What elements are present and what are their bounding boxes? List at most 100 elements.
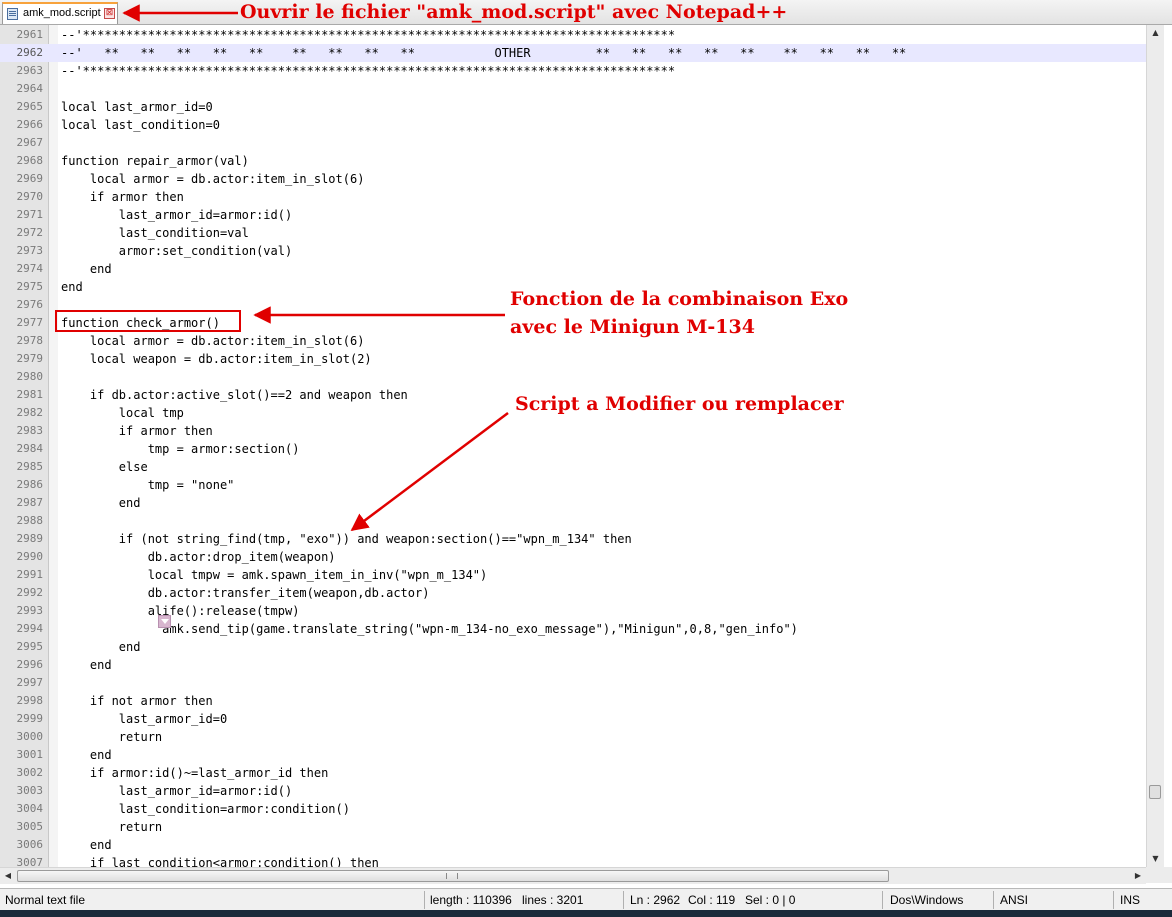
code-text[interactable]: end <box>61 278 83 296</box>
vertical-scroll-thumb[interactable] <box>1149 785 1161 799</box>
tab-amk-mod-script[interactable]: amk_mod.script ⊠ <box>2 2 118 24</box>
code-text[interactable]: db.actor:transfer_item(weapon,db.actor) <box>61 584 430 602</box>
fold-marker-icon[interactable] <box>158 615 171 628</box>
scroll-left-icon[interactable]: ◀ <box>0 868 16 884</box>
code-line[interactable]: 2968 function repair_armor(val) <box>0 152 1146 170</box>
code-text[interactable]: alife():release(tmpw) <box>61 602 300 620</box>
code-text[interactable]: --'*************************************… <box>61 62 675 80</box>
code-text[interactable]: else <box>61 458 148 476</box>
code-text[interactable]: tmp = armor:section() <box>61 440 300 458</box>
code-text[interactable]: return <box>61 818 162 836</box>
code-line[interactable]: 2990 db.actor:drop_item(weapon) <box>0 548 1146 566</box>
code-text[interactable]: return <box>61 728 162 746</box>
code-line[interactable]: 2980 <box>0 368 1146 386</box>
code-line[interactable]: 2983 if armor then <box>0 422 1146 440</box>
code-line[interactable]: 2973 armor:set_condition(val) <box>0 242 1146 260</box>
code-text[interactable]: end <box>61 836 112 854</box>
code-text[interactable]: last_armor_id=armor:id() <box>61 782 292 800</box>
code-text[interactable]: local armor = db.actor:item_in_slot(6) <box>61 170 365 188</box>
code-line[interactable]: 2997 <box>0 674 1146 692</box>
code-text[interactable]: amk.send_tip(game.translate_string("wpn-… <box>61 620 798 638</box>
code-text[interactable]: last_condition=val <box>61 224 249 242</box>
code-line[interactable]: 2988 <box>0 512 1146 530</box>
code-line[interactable]: 2987 end <box>0 494 1146 512</box>
code-line[interactable]: 2984 tmp = armor:section() <box>0 440 1146 458</box>
code-text[interactable]: last_condition=armor:condition() <box>61 800 350 818</box>
code-line[interactable]: 2991 local tmpw = amk.spawn_item_in_inv(… <box>0 566 1146 584</box>
code-line[interactable]: 2970 if armor then <box>0 188 1146 206</box>
code-text[interactable]: --'*************************************… <box>61 26 675 44</box>
code-line[interactable]: 2963 --'*********************************… <box>0 62 1146 80</box>
code-text[interactable]: end <box>61 260 112 278</box>
code-text[interactable]: function check_armor() <box>61 314 220 332</box>
code-line[interactable]: 3004 last_condition=armor:condition() <box>0 800 1146 818</box>
code-text[interactable]: if armor:id()~=last_armor_id then <box>61 764 328 782</box>
close-icon[interactable]: ⊠ <box>104 8 115 19</box>
code-text[interactable]: local last_condition=0 <box>61 116 220 134</box>
code-line[interactable]: 2969 local armor = db.actor:item_in_slot… <box>0 170 1146 188</box>
vertical-scrollbar[interactable]: ▲ ▼ <box>1146 25 1164 867</box>
code-line[interactable]: 3003 last_armor_id=armor:id() <box>0 782 1146 800</box>
code-text[interactable]: --' ** ** ** ** ** ** ** ** ** OTHER ** … <box>61 44 906 62</box>
code-text[interactable]: db.actor:drop_item(weapon) <box>61 548 336 566</box>
code-text[interactable]: if (not string_find(tmp, "exo")) and wea… <box>61 530 632 548</box>
code-text[interactable]: if armor then <box>61 188 184 206</box>
horizontal-scrollbar[interactable]: ◀ ▶ <box>0 867 1146 884</box>
code-line[interactable]: 2994 amk.send_tip(game.translate_string(… <box>0 620 1146 638</box>
code-line[interactable]: 2966 local last_condition=0 <box>0 116 1146 134</box>
code-line[interactable]: 3006 end <box>0 836 1146 854</box>
code-line[interactable]: 3000 return <box>0 728 1146 746</box>
code-line[interactable]: 2978 local armor = db.actor:item_in_slot… <box>0 332 1146 350</box>
scroll-down-icon[interactable]: ▼ <box>1147 851 1164 867</box>
code-text[interactable]: last_armor_id=armor:id() <box>61 206 292 224</box>
code-text[interactable]: end <box>61 656 112 674</box>
code-line[interactable]: 2999 last_armor_id=0 <box>0 710 1146 728</box>
code-text[interactable]: if armor then <box>61 422 213 440</box>
code-text[interactable]: if db.actor:active_slot()==2 and weapon … <box>61 386 408 404</box>
code-line[interactable]: 3002 if armor:id()~=last_armor_id then <box>0 764 1146 782</box>
code-line[interactable]: 2979 local weapon = db.actor:item_in_slo… <box>0 350 1146 368</box>
code-line[interactable]: 2992 db.actor:transfer_item(weapon,db.ac… <box>0 584 1146 602</box>
code-line[interactable]: 2972 last_condition=val <box>0 224 1146 242</box>
code-line[interactable]: 2964 <box>0 80 1146 98</box>
code-text[interactable]: armor:set_condition(val) <box>61 242 292 260</box>
code-line[interactable]: 2993 alife():release(tmpw) <box>0 602 1146 620</box>
code-line[interactable]: 2981 if db.actor:active_slot()==2 and we… <box>0 386 1146 404</box>
code-line[interactable]: 2995 end <box>0 638 1146 656</box>
code-text[interactable]: tmp = "none" <box>61 476 235 494</box>
code-line[interactable]: 2982 local tmp <box>0 404 1146 422</box>
code-text[interactable]: local weapon = db.actor:item_in_slot(2) <box>61 350 372 368</box>
code-text[interactable]: end <box>61 494 141 512</box>
code-text[interactable]: local tmp <box>61 404 184 422</box>
code-text[interactable]: local tmpw = amk.spawn_item_in_inv("wpn_… <box>61 566 488 584</box>
code-text[interactable]: local last_armor_id=0 <box>61 98 213 116</box>
code-line[interactable]: 2989 if (not string_find(tmp, "exo")) an… <box>0 530 1146 548</box>
code-line[interactable]: 2986 tmp = "none" <box>0 476 1146 494</box>
code-text[interactable]: last_armor_id=0 <box>61 710 227 728</box>
code-text[interactable]: if last_condition<armor:condition() then <box>61 854 379 867</box>
code-line[interactable]: 2967 <box>0 134 1146 152</box>
code-line[interactable]: 2971 last_armor_id=armor:id() <box>0 206 1146 224</box>
code-line[interactable]: 2974 end <box>0 260 1146 278</box>
scroll-right-icon[interactable]: ▶ <box>1130 868 1146 884</box>
code-line[interactable]: 2961 --'*********************************… <box>0 26 1146 44</box>
scroll-up-icon[interactable]: ▲ <box>1147 25 1164 41</box>
code-line[interactable]: 2962 --' ** ** ** ** ** ** ** ** ** OTHER… <box>0 44 1146 62</box>
horizontal-scroll-thumb[interactable] <box>17 870 889 882</box>
code-line[interactable]: 2977 function check_armor() <box>0 314 1146 332</box>
code-text[interactable]: function repair_armor(val) <box>61 152 249 170</box>
code-line[interactable]: 2975 end <box>0 278 1146 296</box>
code-line[interactable]: 2965 local last_armor_id=0 <box>0 98 1146 116</box>
code-line[interactable]: 2976 <box>0 296 1146 314</box>
code-line[interactable]: 2998 if not armor then <box>0 692 1146 710</box>
code-line[interactable]: 3005 return <box>0 818 1146 836</box>
code-text[interactable]: end <box>61 746 112 764</box>
code-text[interactable]: if not armor then <box>61 692 213 710</box>
code-line[interactable]: 3001 end <box>0 746 1146 764</box>
code-line[interactable]: 3007 if last_condition<armor:condition()… <box>0 854 1146 867</box>
code-line[interactable]: 2996 end <box>0 656 1146 674</box>
text-editor[interactable]: 2961 --'*********************************… <box>0 25 1146 867</box>
code-text[interactable]: local armor = db.actor:item_in_slot(6) <box>61 332 365 350</box>
code-line[interactable]: 2985 else <box>0 458 1146 476</box>
code-text[interactable]: end <box>61 638 141 656</box>
